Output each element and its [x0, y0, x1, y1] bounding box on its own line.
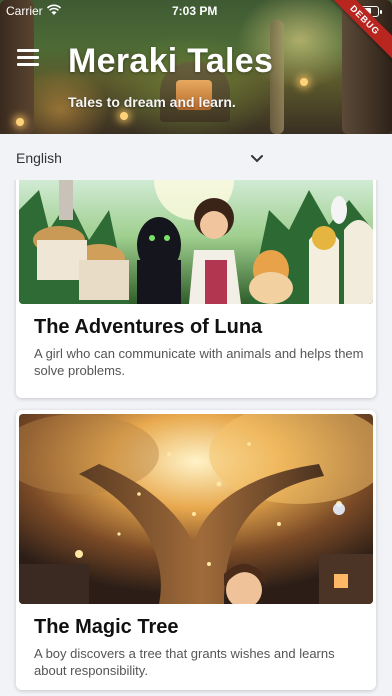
story-description: A boy discovers a tree that grants wishe…	[34, 646, 335, 678]
story-list[interactable]: The Adventures of Luna A girl who can co…	[0, 180, 392, 696]
status-carrier: Carrier	[6, 4, 43, 18]
language-dropdown[interactable]: English	[16, 148, 266, 172]
story-title: The Adventures of Luna	[34, 316, 263, 338]
story-title: The Magic Tree	[34, 616, 179, 638]
header-lantern	[16, 118, 24, 126]
story-illustration	[19, 414, 373, 604]
status-bar: Carrier 7:03 PM	[0, 0, 392, 22]
story-illustration	[19, 180, 373, 304]
app-subtitle: Tales to dream and learn.	[68, 94, 236, 110]
hamburger-menu-icon[interactable]	[17, 49, 41, 67]
wifi-icon	[46, 4, 62, 15]
header-banner: Carrier 7:03 PM DEBUG Meraki Tales Tales…	[0, 0, 392, 134]
app-title: Meraki Tales	[68, 42, 274, 80]
language-selected-value: English	[16, 150, 62, 166]
chevron-down-icon	[251, 155, 263, 163]
story-description: A girl who can communicate with animals …	[34, 346, 364, 378]
status-time: 7:03 PM	[172, 4, 218, 18]
header-lantern	[300, 78, 308, 86]
header-lantern	[120, 112, 128, 120]
story-card[interactable]: The Magic Tree A boy discovers a tree th…	[16, 410, 376, 690]
story-card[interactable]: The Adventures of Luna A girl who can co…	[16, 180, 376, 398]
